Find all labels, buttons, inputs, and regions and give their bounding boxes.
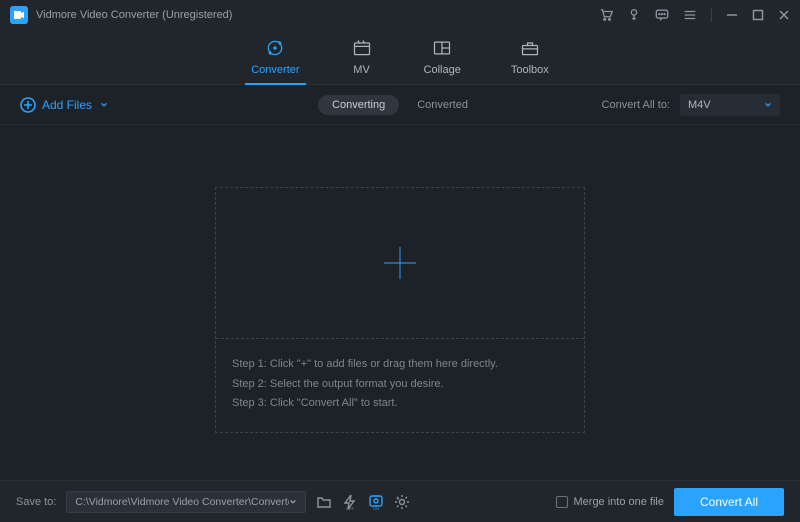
caret-down-icon: [289, 498, 297, 506]
instruction-steps: Step 1: Click "+" to add files or drag t…: [216, 339, 584, 431]
svg-text:ON: ON: [373, 506, 379, 510]
format-value: M4V: [688, 99, 711, 111]
conversion-tabs: Converting Converted: [318, 95, 482, 115]
cart-icon[interactable]: [599, 8, 613, 22]
open-folder-icon[interactable]: [316, 494, 332, 510]
divider: [711, 8, 712, 22]
collage-icon: [430, 38, 454, 58]
hardware-accel-icon[interactable]: OFF: [342, 494, 358, 510]
main-area: Step 1: Click "+" to add files or drag t…: [0, 125, 800, 495]
step-text: Step 2: Select the output format you des…: [232, 377, 568, 392]
merge-label: Merge into one file: [574, 496, 665, 508]
app-title: Vidmore Video Converter (Unregistered): [36, 9, 232, 21]
save-path-value: C:\Vidmore\Vidmore Video Converter\Conve…: [75, 496, 289, 508]
tab-mv[interactable]: MV: [350, 38, 374, 84]
plus-circle-icon: [20, 97, 36, 113]
drop-zone: Step 1: Click "+" to add files or drag t…: [215, 187, 585, 432]
caret-down-icon: [100, 101, 108, 109]
titlebar-actions: [599, 8, 790, 22]
svg-text:OFF: OFF: [346, 506, 355, 510]
add-files-label: Add Files: [42, 98, 92, 112]
merge-checkbox[interactable]: Merge into one file: [556, 496, 665, 508]
converter-icon: [263, 38, 287, 58]
main-tabs: Converter MV Collage Toolbox: [0, 30, 800, 85]
checkbox-icon: [556, 496, 568, 508]
convert-all-to-label: Convert All to:: [602, 99, 670, 111]
maximize-button[interactable]: [752, 9, 764, 21]
feedback-icon[interactable]: [655, 8, 669, 22]
save-path-dropdown[interactable]: C:\Vidmore\Vidmore Video Converter\Conve…: [66, 491, 306, 513]
tab-label: Collage: [424, 64, 461, 76]
tab-collage[interactable]: Collage: [424, 38, 461, 84]
plus-icon: [381, 244, 419, 282]
mv-icon: [350, 38, 374, 58]
caret-down-icon: [764, 101, 772, 109]
high-speed-icon[interactable]: ON: [368, 494, 384, 510]
menu-icon[interactable]: [683, 8, 697, 22]
tab-converting[interactable]: Converting: [318, 95, 399, 115]
convert-all-to: Convert All to: M4V: [602, 94, 780, 116]
tab-converter[interactable]: Converter: [251, 38, 299, 84]
title-bar: Vidmore Video Converter (Unregistered): [0, 0, 800, 30]
key-icon[interactable]: [627, 8, 641, 22]
step-text: Step 1: Click "+" to add files or drag t…: [232, 357, 568, 372]
tab-label: MV: [353, 64, 370, 76]
tab-toolbox[interactable]: Toolbox: [511, 38, 549, 84]
settings-icon[interactable]: [394, 494, 410, 510]
toolbox-icon: [518, 38, 542, 58]
add-files-dropzone[interactable]: [216, 188, 584, 338]
format-dropdown[interactable]: M4V: [680, 94, 780, 116]
step-text: Step 3: Click "Convert All" to start.: [232, 396, 568, 411]
tab-label: Converter: [251, 64, 299, 76]
save-to-label: Save to:: [16, 496, 56, 508]
tab-label: Toolbox: [511, 64, 549, 76]
sub-bar: Add Files Converting Converted Convert A…: [0, 85, 800, 125]
convert-all-button[interactable]: Convert All: [674, 488, 784, 516]
close-button[interactable]: [778, 9, 790, 21]
minimize-button[interactable]: [726, 9, 738, 21]
app-logo: [10, 6, 28, 24]
tab-converted[interactable]: Converted: [403, 95, 482, 115]
add-files-button[interactable]: Add Files: [20, 97, 108, 113]
bottom-bar: Save to: C:\Vidmore\Vidmore Video Conver…: [0, 480, 800, 522]
